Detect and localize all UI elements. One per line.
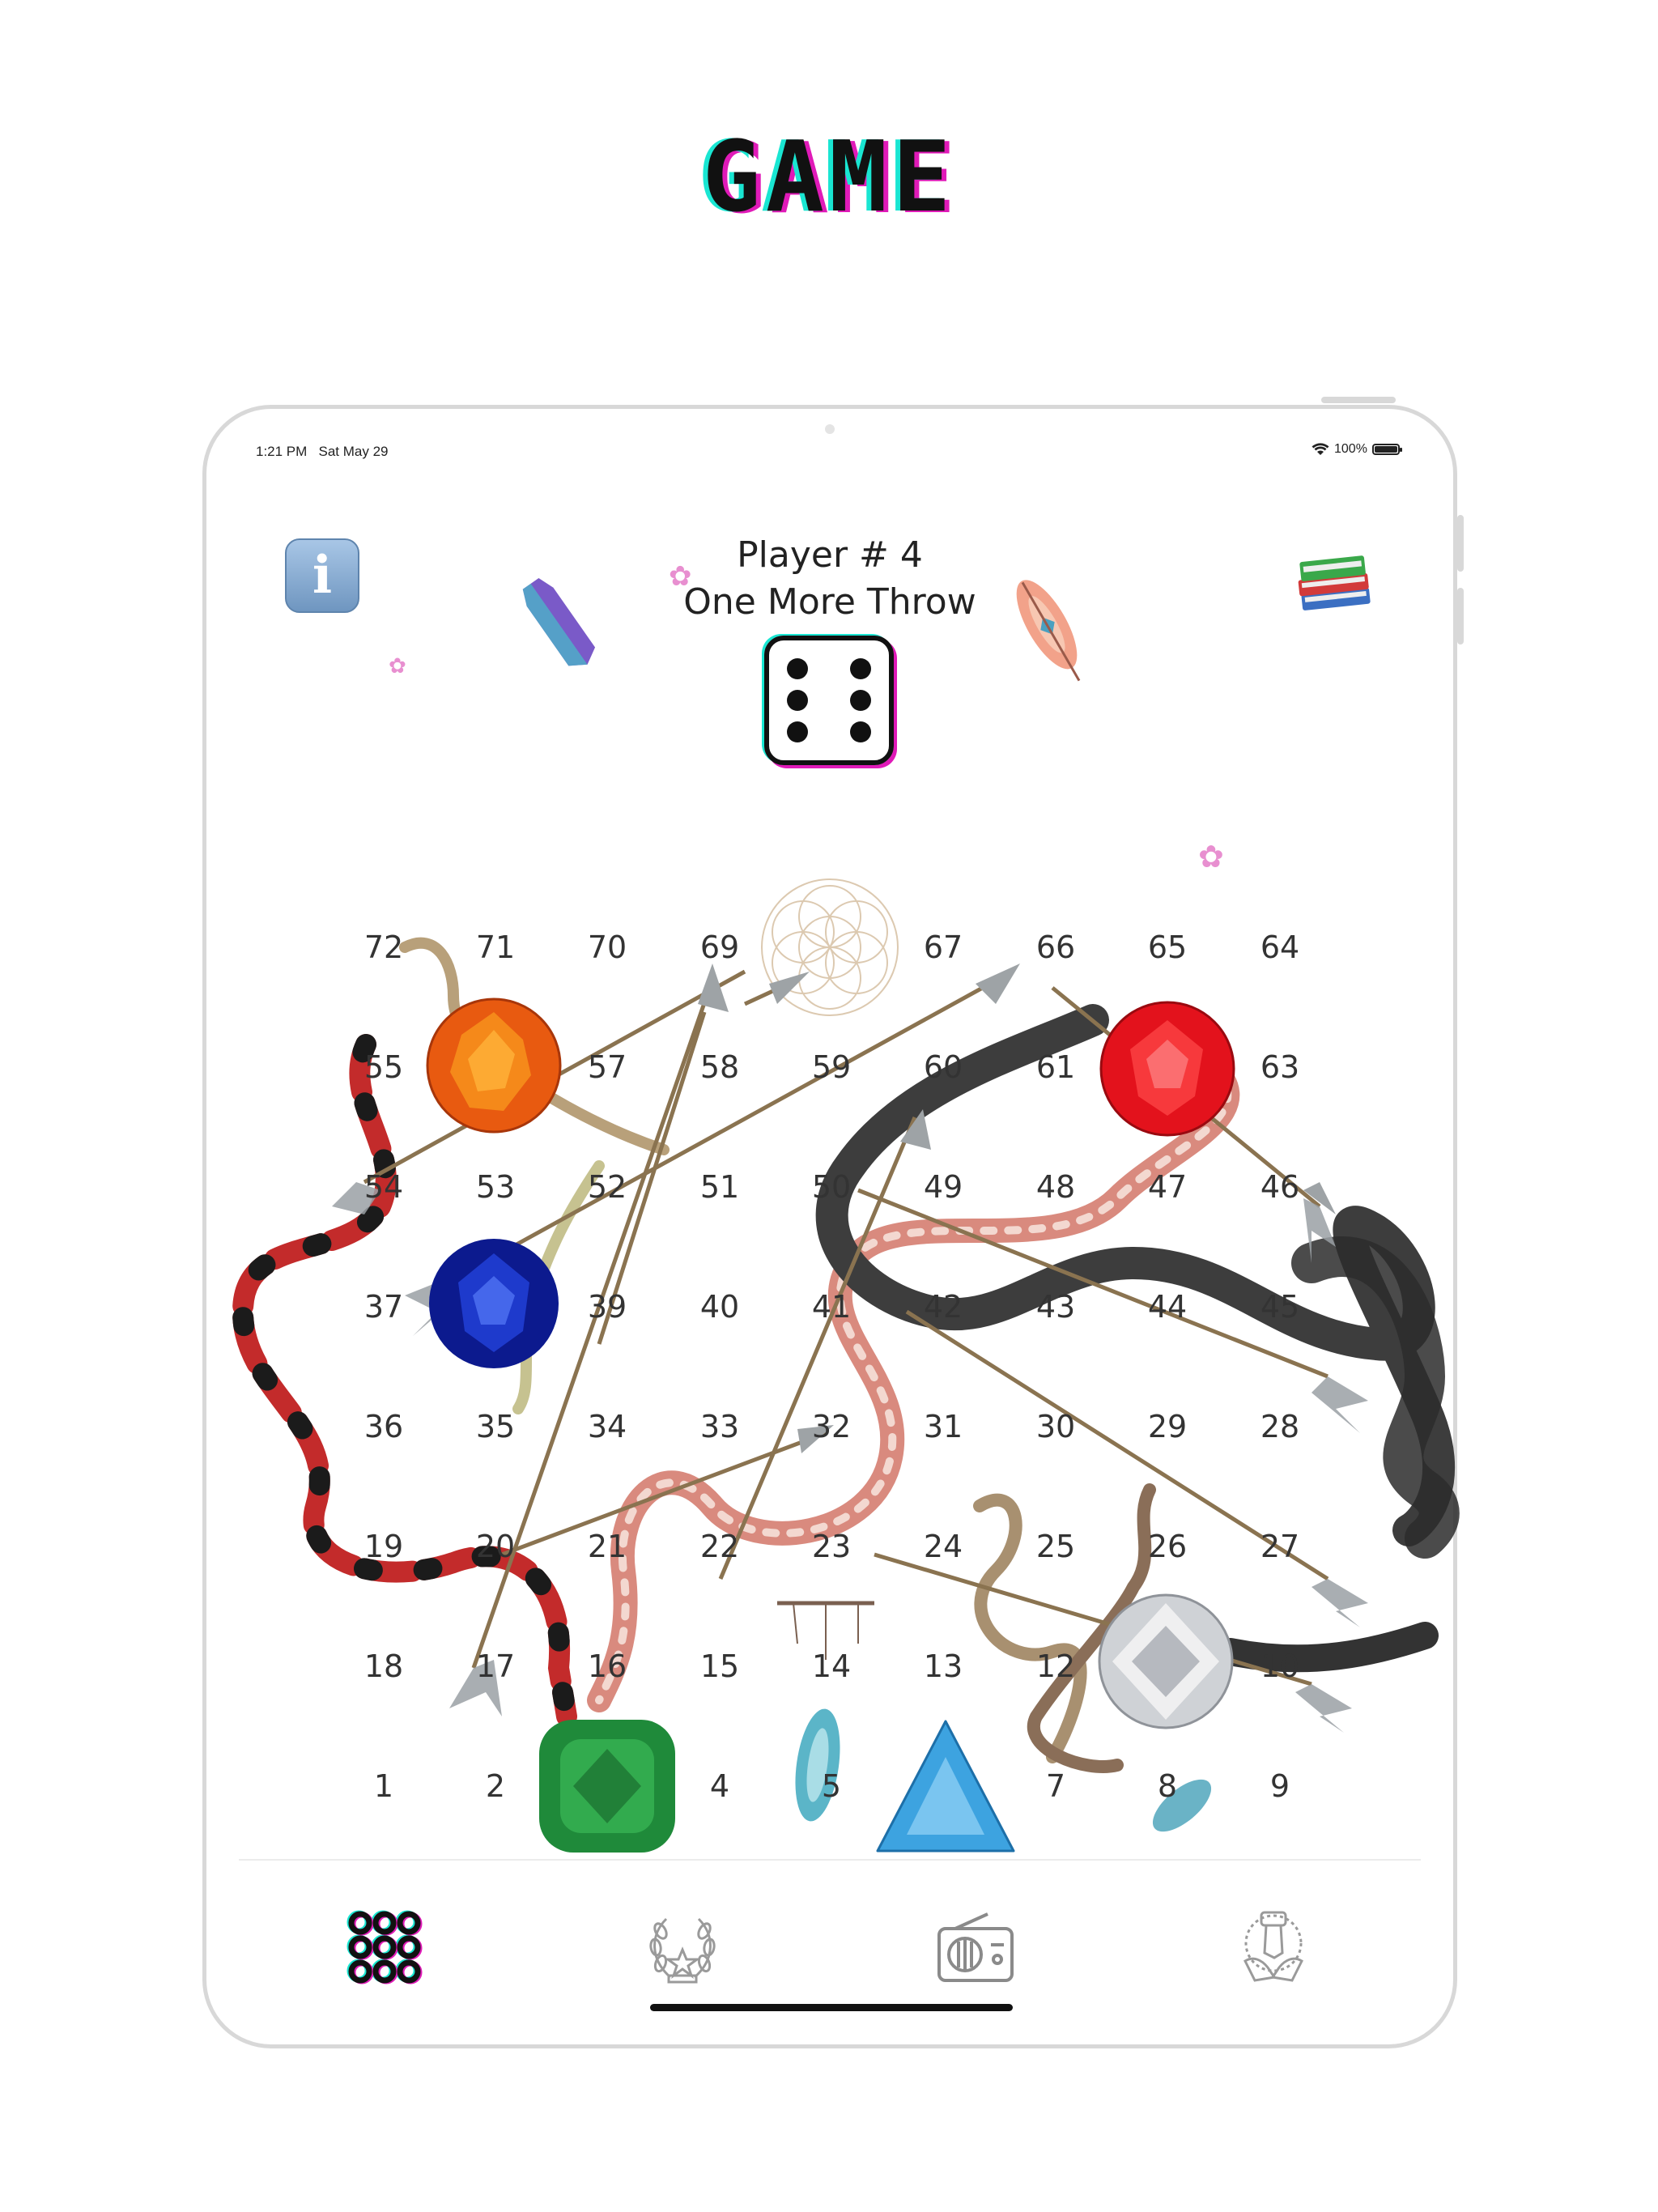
board-cell: 32 [811, 1409, 852, 1444]
board-cell: 25 [1035, 1529, 1076, 1564]
board-cell: 53 [475, 1169, 516, 1205]
board-cell: 45 [1260, 1289, 1300, 1325]
board-cell: 67 [923, 929, 963, 965]
board-cell: 66 [1035, 929, 1076, 965]
board-cell: 46 [1260, 1169, 1300, 1205]
board-cell: 15 [699, 1648, 740, 1684]
board-cell: 7 [1045, 1768, 1066, 1804]
board-cell: 44 [1147, 1289, 1188, 1325]
orange-gem [426, 998, 562, 1134]
board-cell: 14 [811, 1648, 852, 1684]
board-cell: 24 [923, 1529, 963, 1564]
board-cell: 18 [363, 1648, 404, 1684]
board-cell: 71 [475, 929, 516, 965]
board-cell: 1 [373, 1768, 394, 1804]
helping-hands-icon[interactable] [1229, 1903, 1318, 1992]
board-cell: 69 [699, 929, 740, 965]
board-cell: 27 [1260, 1529, 1300, 1564]
board-cell: 54 [363, 1169, 404, 1205]
board-cell: 9 [1269, 1768, 1290, 1804]
board-cell: 50 [811, 1169, 852, 1205]
board-cell: 26 [1147, 1529, 1188, 1564]
board-cell: 57 [587, 1049, 627, 1085]
board-cell: 41 [811, 1289, 852, 1325]
board-cell: 42 [923, 1289, 963, 1325]
tabbar-divider [239, 1859, 1421, 1861]
board-cell: 47 [1147, 1169, 1188, 1205]
board-cell: 17 [475, 1648, 516, 1684]
board-cell: 65 [1147, 929, 1188, 965]
board-cell: 30 [1035, 1409, 1076, 1444]
emerald-gem [539, 1720, 675, 1853]
board-cell: 35 [475, 1409, 516, 1444]
board-cell: 61 [1035, 1049, 1076, 1085]
sapphire-gem [429, 1239, 559, 1368]
board-cell: 39 [587, 1289, 627, 1325]
board-cell: 16 [587, 1648, 627, 1684]
board-cell: 23 [811, 1529, 852, 1564]
board-cell: 36 [363, 1409, 404, 1444]
snakes-and-arrows-layer [232, 937, 1460, 1832]
laurel-trophy-icon[interactable] [638, 1903, 727, 1992]
board-cell: 28 [1260, 1409, 1300, 1444]
board-cell: 49 [923, 1169, 963, 1205]
board-cell: 52 [587, 1169, 627, 1205]
board-cell: 31 [923, 1409, 963, 1444]
board-cell: 20 [475, 1529, 516, 1564]
board-cell: 70 [587, 929, 627, 965]
board-cell: 8 [1157, 1768, 1178, 1804]
board-cell: 21 [587, 1529, 627, 1564]
coral-snake [232, 1034, 577, 1727]
board-cell: 64 [1260, 929, 1300, 965]
board-cell: 51 [699, 1169, 740, 1205]
board-cell: 19 [363, 1529, 404, 1564]
diamond-gem [1098, 1593, 1234, 1729]
board-cell: 4 [709, 1768, 730, 1804]
board-cell: 43 [1035, 1289, 1076, 1325]
game-grid-icon[interactable] [340, 1903, 429, 1992]
board-cell: 29 [1147, 1409, 1188, 1444]
board-cell: 34 [587, 1409, 627, 1444]
board-cell: 40 [699, 1289, 740, 1325]
board-cell: 72 [363, 929, 404, 965]
board-cell: 60 [923, 1049, 963, 1085]
ruby-gem [1099, 1001, 1235, 1137]
board-cell: 10 [1260, 1648, 1300, 1684]
board-cell: 63 [1260, 1049, 1300, 1085]
board-cell: 33 [699, 1409, 740, 1444]
board-cell: 12 [1035, 1648, 1076, 1684]
board-cell: 5 [821, 1768, 842, 1804]
board-cell: 2 [485, 1768, 506, 1804]
home-indicator [650, 2004, 1013, 2011]
board-cell: 37 [363, 1289, 404, 1325]
board-cell: 55 [363, 1049, 404, 1085]
board-cell: 59 [811, 1049, 852, 1085]
board-cell: 22 [699, 1529, 740, 1564]
board-cell: 13 [923, 1648, 963, 1684]
board-cell: 48 [1035, 1169, 1076, 1205]
aquamarine-gem [876, 1720, 1015, 1853]
radio-icon[interactable] [931, 1903, 1020, 1992]
board-cell: 58 [699, 1049, 740, 1085]
